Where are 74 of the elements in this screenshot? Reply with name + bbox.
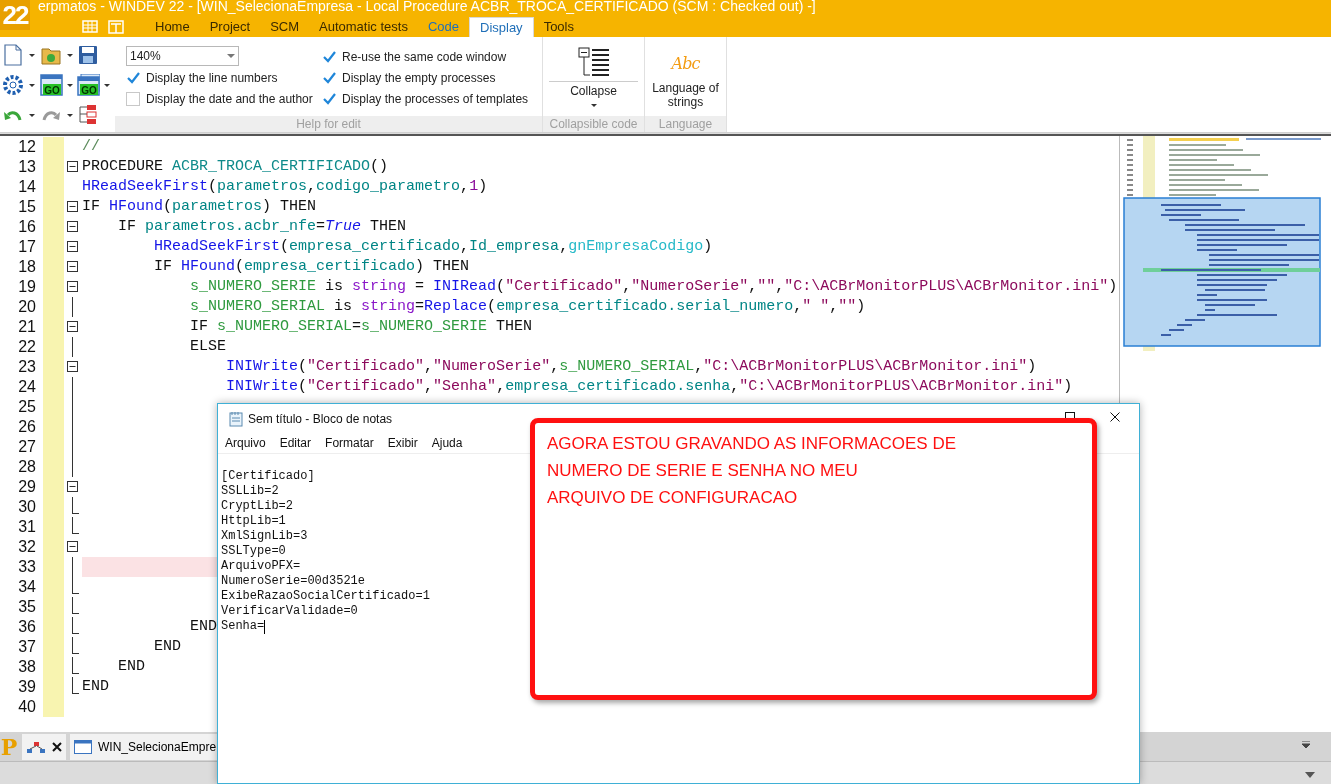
line-number: 25 [17, 397, 36, 417]
line-number: 17 [17, 237, 36, 257]
line-number: 29 [17, 477, 36, 497]
code-line: END [117, 657, 145, 677]
checkbox-label: Display the empty processes [342, 69, 496, 87]
line-number: 22 [17, 337, 36, 357]
line-number: 20 [17, 297, 36, 317]
line-number: 14 [17, 177, 36, 197]
line-number: 36 [17, 617, 36, 637]
line-number: 24 [17, 377, 36, 397]
window-title: erpmatos - WINDEV 22 - [WIN_SelecionaEmpresa - Local Procedure ACBR_TROCA_CERTIFICADO (SCM : Checked out) -] [38, 0, 817, 12]
text-line: SSLType=0 [221, 544, 286, 559]
line-number: 27 [17, 437, 36, 457]
text-line: SSLLib=2 [221, 484, 279, 499]
window-go-icon: GO [39, 74, 63, 96]
line-number: 33 [17, 557, 36, 577]
code-line: INIWrite("Certificado","NumeroSerie",s_NUMERO_SERIAL,"C:\ACBrMonitorPLUS\ACBrMonitor.ini") [225, 357, 1037, 377]
code-line: HReadSeekFirst(parametros,codigo_parametro,1) [82, 177, 488, 197]
callout-text: NUMERO DE SERIE E SENHA NO MEU [547, 460, 858, 482]
code-line: HReadSeekFirst(empresa_certificado,Id_empresa,gnEmpresaCodigo) [153, 237, 713, 257]
text-line: XmlSignLib=3 [221, 529, 308, 544]
code-line: INIWrite("Certificado","Senha",empresa_certificado.senha,"C:\ACBrMonitorPLUS\ACBrMonitor.ini") [225, 377, 1073, 397]
line-number: 40 [17, 697, 36, 717]
code-line: s_NUMERO_SERIAL is string=Replace(empresa_certificado.serial_numero," ","") [189, 297, 866, 317]
callout-text: AGORA ESTOU GRAVANDO AS INFORMACOES DE [547, 433, 957, 455]
text-line: CryptLib=2 [221, 499, 293, 514]
checkbox-label: Display the date and the author [146, 90, 313, 108]
app-logo: 22 [0, 0, 30, 30]
code-line: s_NUMERO_SERIE is string = INIRead("Certificado","NumeroSerie","","C:\ACBrMonitorPLUS\ACBrMonitor.ini") [189, 277, 1118, 297]
text-line: Senha= [221, 619, 265, 634]
line-number: 35 [17, 597, 36, 617]
line-number: 30 [17, 497, 36, 517]
text-line: VerificarValidade=0 [221, 604, 358, 619]
code-line: // [82, 137, 100, 157]
code-line: IF HFound(empresa_certificado) THEN [153, 257, 470, 277]
line-number: 37 [17, 637, 36, 657]
checkbox-label: Display the processes of templates [342, 90, 529, 108]
checkbox-label: Re-use the same code window [342, 48, 507, 66]
text-line: NumeroSerie=00d3521e [221, 574, 366, 589]
line-number: 12 [17, 137, 36, 157]
group-label: Collapsible code [543, 116, 644, 132]
text-line: HttpLib=1 [221, 514, 286, 529]
text-line: ExibeRazaoSocialCertificado=1 [221, 589, 430, 604]
code-line: IF HFound(parametros) THEN [82, 197, 317, 217]
code-line: ELSE [189, 337, 227, 357]
line-number: 26 [17, 417, 36, 437]
code-line: IF s_NUMERO_SERIAL=s_NUMERO_SERIE THEN [189, 317, 533, 337]
line-number: 39 [17, 677, 36, 697]
line-number: 19 [17, 277, 36, 297]
line-number: 28 [17, 457, 36, 477]
code-line: END [189, 617, 218, 637]
line-number: 18 [17, 257, 36, 277]
code-line: PROCEDURE ACBR_TROCA_CERTIFICADO() [82, 157, 389, 177]
group-label: Help for edit [115, 116, 542, 132]
text-line: [Certificado] [221, 469, 315, 484]
line-number: 21 [17, 317, 36, 337]
line-number: 23 [17, 357, 36, 377]
abc-icon: Abc [671, 55, 700, 73]
group-label: Language [645, 116, 726, 132]
code-line: IF parametros.acbr_nfe=True THEN [117, 217, 407, 237]
code-line: END [153, 637, 182, 657]
line-number: 38 [17, 657, 36, 677]
text-line: ArquivoPFX= [221, 559, 301, 574]
windows-go-icon: GO [77, 74, 101, 96]
callout-text: ARQUIVO DE CONFIGURACAO [547, 487, 798, 509]
checkbox-label: Display the line numbers [146, 69, 278, 87]
line-number: 13 [17, 157, 36, 177]
line-number: 31 [17, 517, 36, 537]
window-title: Sem título - Bloco de notas [248, 410, 393, 428]
code-line: END [82, 677, 109, 697]
line-number: 32 [17, 537, 36, 557]
line-number: 15 [17, 197, 36, 217]
line-number: 16 [17, 217, 36, 237]
line-number: 34 [17, 577, 36, 597]
